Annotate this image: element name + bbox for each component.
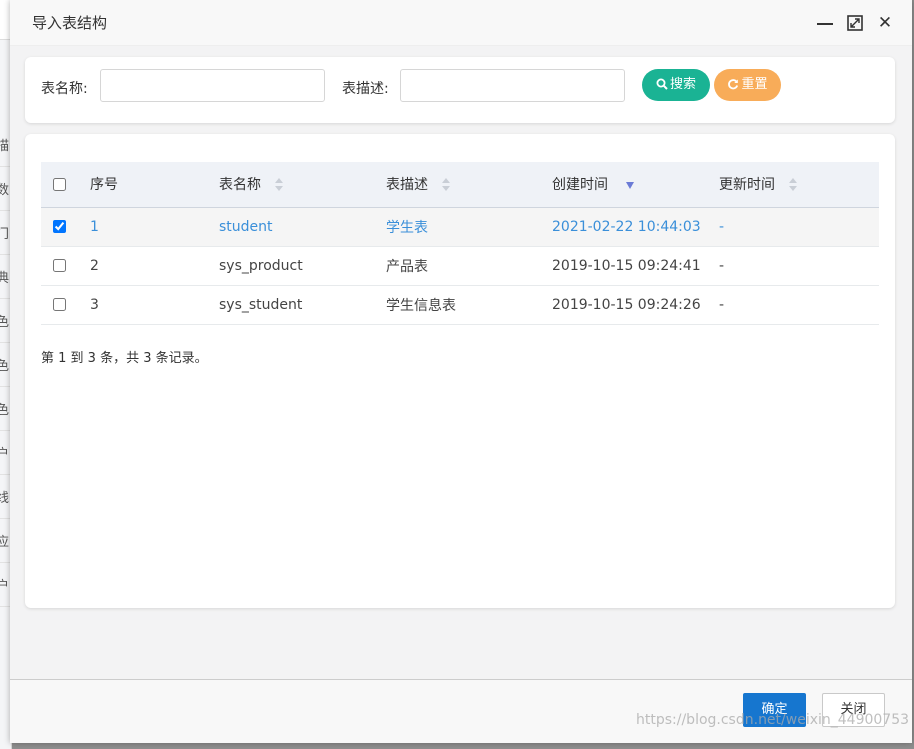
column-header-index: 序号 [90, 162, 219, 208]
row-table-name: student [219, 207, 386, 247]
sort-icon[interactable] [275, 178, 283, 192]
select-all-cell [41, 162, 90, 208]
row-checkbox[interactable] [53, 259, 66, 272]
dialog-title: 导入表结构 [32, 14, 108, 32]
row-update-time: - [719, 246, 879, 286]
reset-button[interactable]: 重置 [714, 69, 781, 101]
row-checkbox[interactable] [53, 220, 66, 233]
pagination-summary: 第 1 到 3 条，共 3 条记录。 [41, 351, 208, 366]
table-desc-label: 表描述: [342, 81, 389, 97]
row-checkbox[interactable] [53, 298, 66, 311]
column-header-table-desc-label: 表描述 [386, 177, 428, 194]
row-checkbox-cell [41, 246, 90, 286]
row-table-name: sys_product [219, 246, 386, 286]
select-all-checkbox[interactable] [53, 177, 66, 191]
column-header-update-time-label: 更新时间 [719, 177, 775, 194]
sort-desc-icon[interactable] [626, 181, 634, 189]
column-header-table-desc[interactable]: 表描述 [386, 162, 552, 208]
row-table-desc: 学生表 [386, 207, 552, 247]
search-form: 表名称: 表描述: 搜索 重置 [25, 57, 895, 123]
row-update-time: - [719, 285, 879, 325]
search-icon [656, 78, 668, 90]
row-create-time: 2019-10-15 09:24:26 [552, 285, 719, 325]
dialog-titlebar[interactable]: 导入表结构 ✕ [10, 0, 912, 46]
column-header-table-name[interactable]: 表名称 [219, 162, 386, 208]
row-index: 2 [90, 246, 219, 286]
sort-icon[interactable] [789, 178, 797, 192]
maximize-icon[interactable] [846, 14, 864, 32]
import-table-dialog: 导入表结构 ✕ 表名称: 表描述: 搜索 重置 序号 表名称 表描述 创建时间 … [10, 0, 912, 743]
search-button[interactable]: 搜索 [642, 69, 710, 101]
table-row[interactable]: 3 sys_student 学生信息表 2019-10-15 09:24:26 … [41, 285, 879, 325]
row-checkbox-cell [41, 207, 90, 247]
row-table-desc: 学生信息表 [386, 285, 552, 325]
column-header-index-label: 序号 [90, 177, 118, 194]
row-create-time: 2019-10-15 09:24:41 [552, 246, 719, 286]
search-button-label: 搜索 [669, 77, 696, 92]
table-name-label: 表名称: [41, 81, 88, 97]
column-header-update-time[interactable]: 更新时间 [719, 162, 879, 208]
reset-button-label: 重置 [741, 77, 768, 92]
refresh-icon [728, 79, 739, 90]
table-name-input[interactable] [100, 69, 325, 102]
table-desc-input[interactable] [400, 69, 625, 102]
row-update-time: - [719, 207, 879, 247]
watermark: https://blog.csdn.net/weixin_44900753 [636, 712, 910, 728]
db-table-list: 序号 表名称 表描述 创建时间 更新时间 1 student 学生表 2021-… [41, 162, 879, 325]
table-panel: 序号 表名称 表描述 创建时间 更新时间 1 student 学生表 2021-… [25, 134, 895, 608]
row-table-name: sys_student [219, 285, 386, 325]
minimize-icon[interactable] [816, 14, 834, 32]
table-header-row: 序号 表名称 表描述 创建时间 更新时间 [41, 162, 879, 208]
row-index: 3 [90, 285, 219, 325]
row-index: 1 [90, 207, 219, 247]
column-header-table-name-label: 表名称 [219, 177, 261, 194]
column-header-create-time[interactable]: 创建时间 [552, 162, 719, 208]
row-create-time: 2021-02-22 10:44:03 [552, 207, 719, 247]
table-row[interactable]: 2 sys_product 产品表 2019-10-15 09:24:41 - [41, 246, 879, 286]
table-row[interactable]: 1 student 学生表 2021-02-22 10:44:03 - [41, 207, 879, 247]
close-icon[interactable]: ✕ [876, 14, 894, 32]
row-checkbox-cell [41, 285, 90, 325]
column-header-create-time-label: 创建时间 [552, 177, 608, 194]
sort-icon[interactable] [442, 178, 450, 192]
dialog-footer: 确定 关闭 https://blog.csdn.net/weixin_44900… [10, 679, 912, 743]
row-table-desc: 产品表 [386, 246, 552, 286]
